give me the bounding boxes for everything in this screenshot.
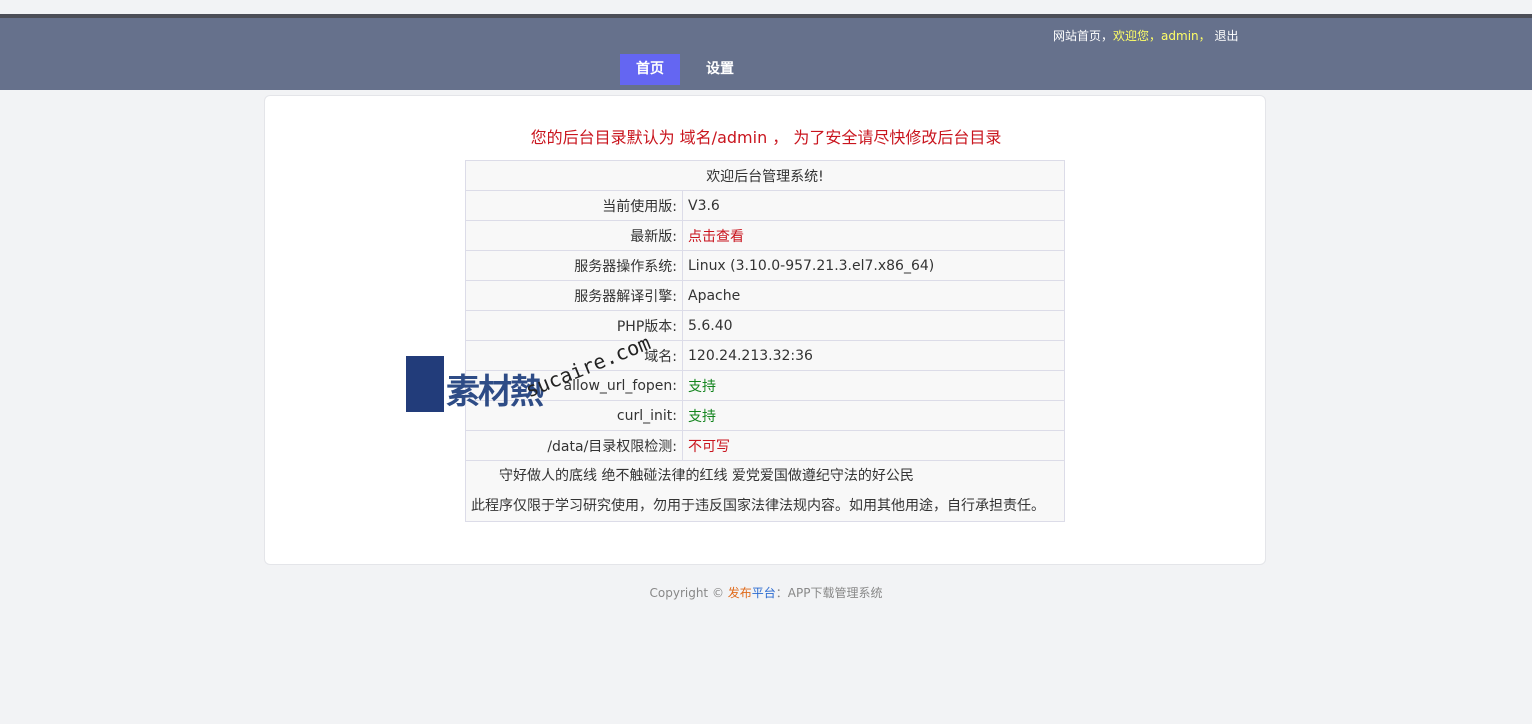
copyright-suffix: ：APP下载管理系统 [775, 586, 883, 600]
row-key: PHP版本: [465, 310, 683, 341]
table-row: 服务器解译引擎: Apache [465, 280, 1065, 311]
system-info-table: 欢迎后台管理系统! 当前使用版: V3.6 最新版: 点击查看 服务器操作系统:… [465, 160, 1065, 522]
table-footer-row: 守好做人的底线 绝不触碰法律的红线 爱党爱国做遵纪守法的好公民 此程序仅限于学习… [465, 460, 1065, 522]
copyright-part1: 发布 [727, 586, 752, 600]
table-row: PHP版本: 5.6.40 [465, 310, 1065, 341]
separator: ， [1101, 29, 1114, 43]
table-row: 服务器操作系统: Linux (3.10.0-957.21.3.el7.x86_… [465, 250, 1065, 281]
row-value: 120.24.213.32:36 [682, 340, 1065, 371]
copyright-footer: Copyright © 发布平台：APP下载管理系统 [0, 584, 1532, 601]
row-value: V3.6 [682, 190, 1065, 221]
nav-tab-settings[interactable]: 设置 [690, 54, 750, 85]
row-key: /data/目录权限检测: [465, 430, 683, 461]
row-key: 服务器解译引擎: [465, 280, 683, 311]
table-row: /data/目录权限检测: 不可写 [465, 430, 1065, 461]
row-key: 当前使用版: [465, 190, 683, 221]
top-header: 网站首页，欢迎您，admin， 退出 首页 设置 [0, 18, 1532, 90]
row-value: Apache [682, 280, 1065, 311]
row-value: 5.6.40 [682, 310, 1065, 341]
row-value: Linux (3.10.0-957.21.3.el7.x86_64) [682, 250, 1065, 281]
welcome-text: 欢迎您，admin， [1113, 29, 1211, 43]
watermark-logo-block [406, 356, 444, 412]
copyright-part2: 平台 [751, 586, 776, 600]
admin-path-notice: 您的后台目录默认为 域名/admin ， 为了安全请尽快修改后台目录 [530, 128, 1002, 147]
table-title: 欢迎后台管理系统! [465, 160, 1065, 191]
disclaimer-line-1: 守好做人的底线 绝不触碰法律的红线 爱党爱国做遵纪守法的好公民 [499, 468, 914, 484]
row-value-ok: 支持 [682, 400, 1065, 431]
table-row: 当前使用版: V3.6 [465, 190, 1065, 221]
check-latest-link[interactable]: 点击查看 [682, 220, 1065, 251]
logout-link[interactable]: 退出 [1214, 29, 1238, 43]
main-card: 您的后台目录默认为 域名/admin ， 为了安全请尽快修改后台目录 欢迎后台管… [264, 95, 1266, 565]
copyright-prefix: Copyright © [649, 586, 728, 600]
table-row: 最新版: 点击查看 [465, 220, 1065, 251]
row-key: 最新版: [465, 220, 683, 251]
table-title-row: 欢迎后台管理系统! [465, 160, 1065, 191]
main-nav: 首页 设置 [620, 54, 750, 85]
site-home-link[interactable]: 网站首页 [1053, 29, 1101, 43]
disclaimer: 守好做人的底线 绝不触碰法律的红线 爱党爱国做遵纪守法的好公民 此程序仅限于学习… [465, 460, 1065, 522]
nav-tab-home[interactable]: 首页 [620, 54, 680, 85]
row-key: 服务器操作系统: [465, 250, 683, 281]
user-bar: 网站首页，欢迎您，admin， 退出 [1053, 27, 1238, 44]
row-value-ok: 支持 [682, 370, 1065, 401]
disclaimer-line-2: 此程序仅限于学习研究使用，勿用于违反国家法律法规内容。如用其他用途，自行承担责任… [471, 498, 1045, 514]
watermark: 素材熱 sucaire.com [406, 330, 656, 416]
row-value-bad: 不可写 [682, 430, 1065, 461]
